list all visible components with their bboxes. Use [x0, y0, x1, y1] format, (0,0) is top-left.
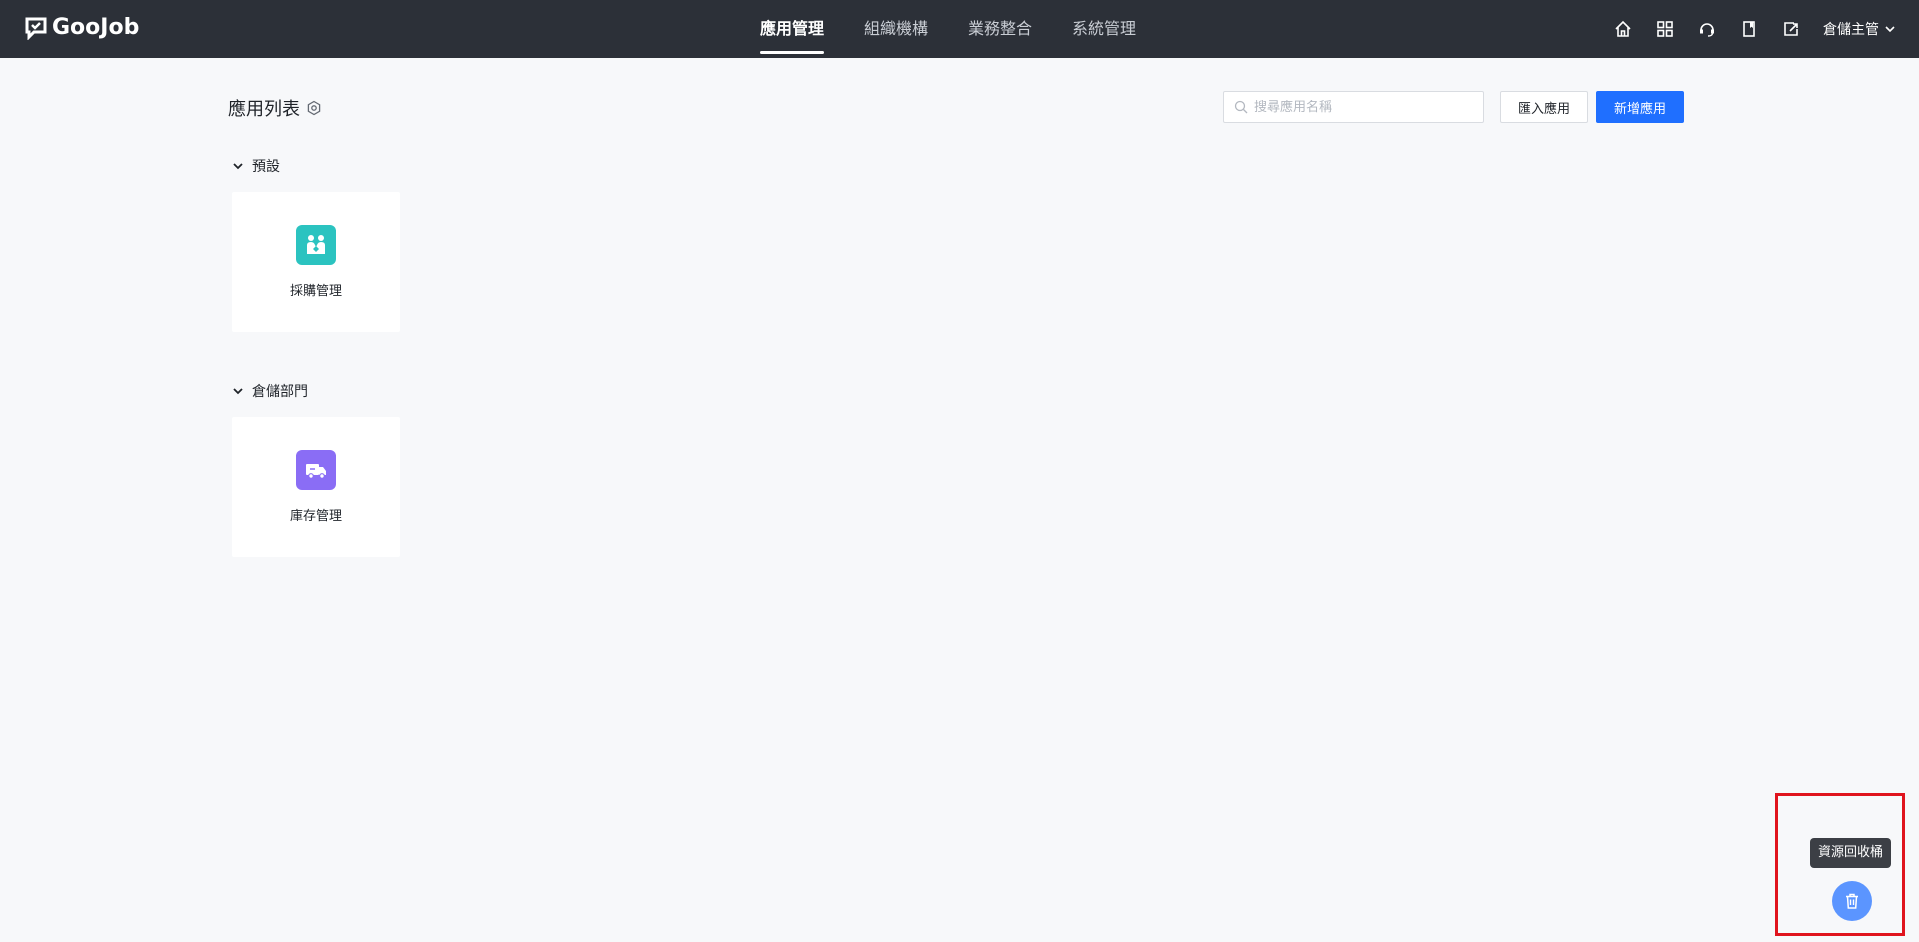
- import-app-button[interactable]: 匯入應用: [1500, 91, 1588, 123]
- app-card-procurement[interactable]: 採購管理: [232, 192, 400, 332]
- group-name: 預設: [252, 159, 280, 175]
- group-name: 倉儲部門: [252, 384, 308, 400]
- recycle-bin-tooltip: 資源回收桶: [1810, 838, 1892, 868]
- main-nav: 應用管理 組織機構 業務整合 系統管理: [760, 0, 1176, 58]
- home-icon[interactable]: [1613, 19, 1633, 39]
- page-title: 應用列表: [228, 95, 322, 121]
- grid-icon[interactable]: [1655, 19, 1675, 39]
- export-icon[interactable]: [1781, 19, 1801, 39]
- chevron-down-icon: [1885, 26, 1895, 33]
- nav-business-integration[interactable]: 業務整合: [968, 0, 1032, 58]
- user-menu[interactable]: 倉儲主管: [1823, 19, 1897, 39]
- page-title-text: 應用列表: [228, 99, 300, 120]
- handshake-icon: [296, 225, 336, 265]
- search-icon: [1234, 100, 1248, 114]
- logo-text: GooJob: [52, 15, 140, 40]
- settings-icon[interactable]: [306, 100, 322, 116]
- nav-system-management[interactable]: 系統管理: [1072, 0, 1136, 58]
- header-actions: 倉儲主管: [1613, 0, 1897, 58]
- trash-icon: [1846, 893, 1858, 909]
- recycle-bin-button[interactable]: [1832, 881, 1872, 921]
- nav-app-management[interactable]: 應用管理: [760, 0, 825, 58]
- nav-organization[interactable]: 組織機構: [864, 0, 928, 58]
- logo-chat-icon: [25, 17, 47, 40]
- search-box[interactable]: [1223, 91, 1484, 123]
- app-label: 採購管理: [289, 284, 342, 299]
- book-icon[interactable]: [1739, 19, 1759, 39]
- chevron-down-icon: [233, 163, 243, 170]
- new-app-button[interactable]: 新增應用: [1596, 91, 1684, 123]
- group-header-default[interactable]: 預設: [232, 156, 280, 176]
- search-input[interactable]: [1254, 99, 1474, 115]
- group-header-warehouse[interactable]: 倉儲部門: [232, 381, 308, 401]
- headset-icon[interactable]: [1697, 19, 1717, 39]
- chevron-down-icon: [233, 388, 243, 395]
- app-card-inventory[interactable]: 庫存管理: [232, 417, 400, 557]
- delivery-truck-icon: [296, 450, 336, 490]
- app-label: 庫存管理: [289, 509, 342, 524]
- logo[interactable]: GooJob: [24, 15, 139, 40]
- top-navigation-bar: GooJob 應用管理 組織機構 業務整合 系統管理 倉儲主管: [0, 0, 1919, 58]
- user-name: 倉儲主管: [1823, 22, 1879, 38]
